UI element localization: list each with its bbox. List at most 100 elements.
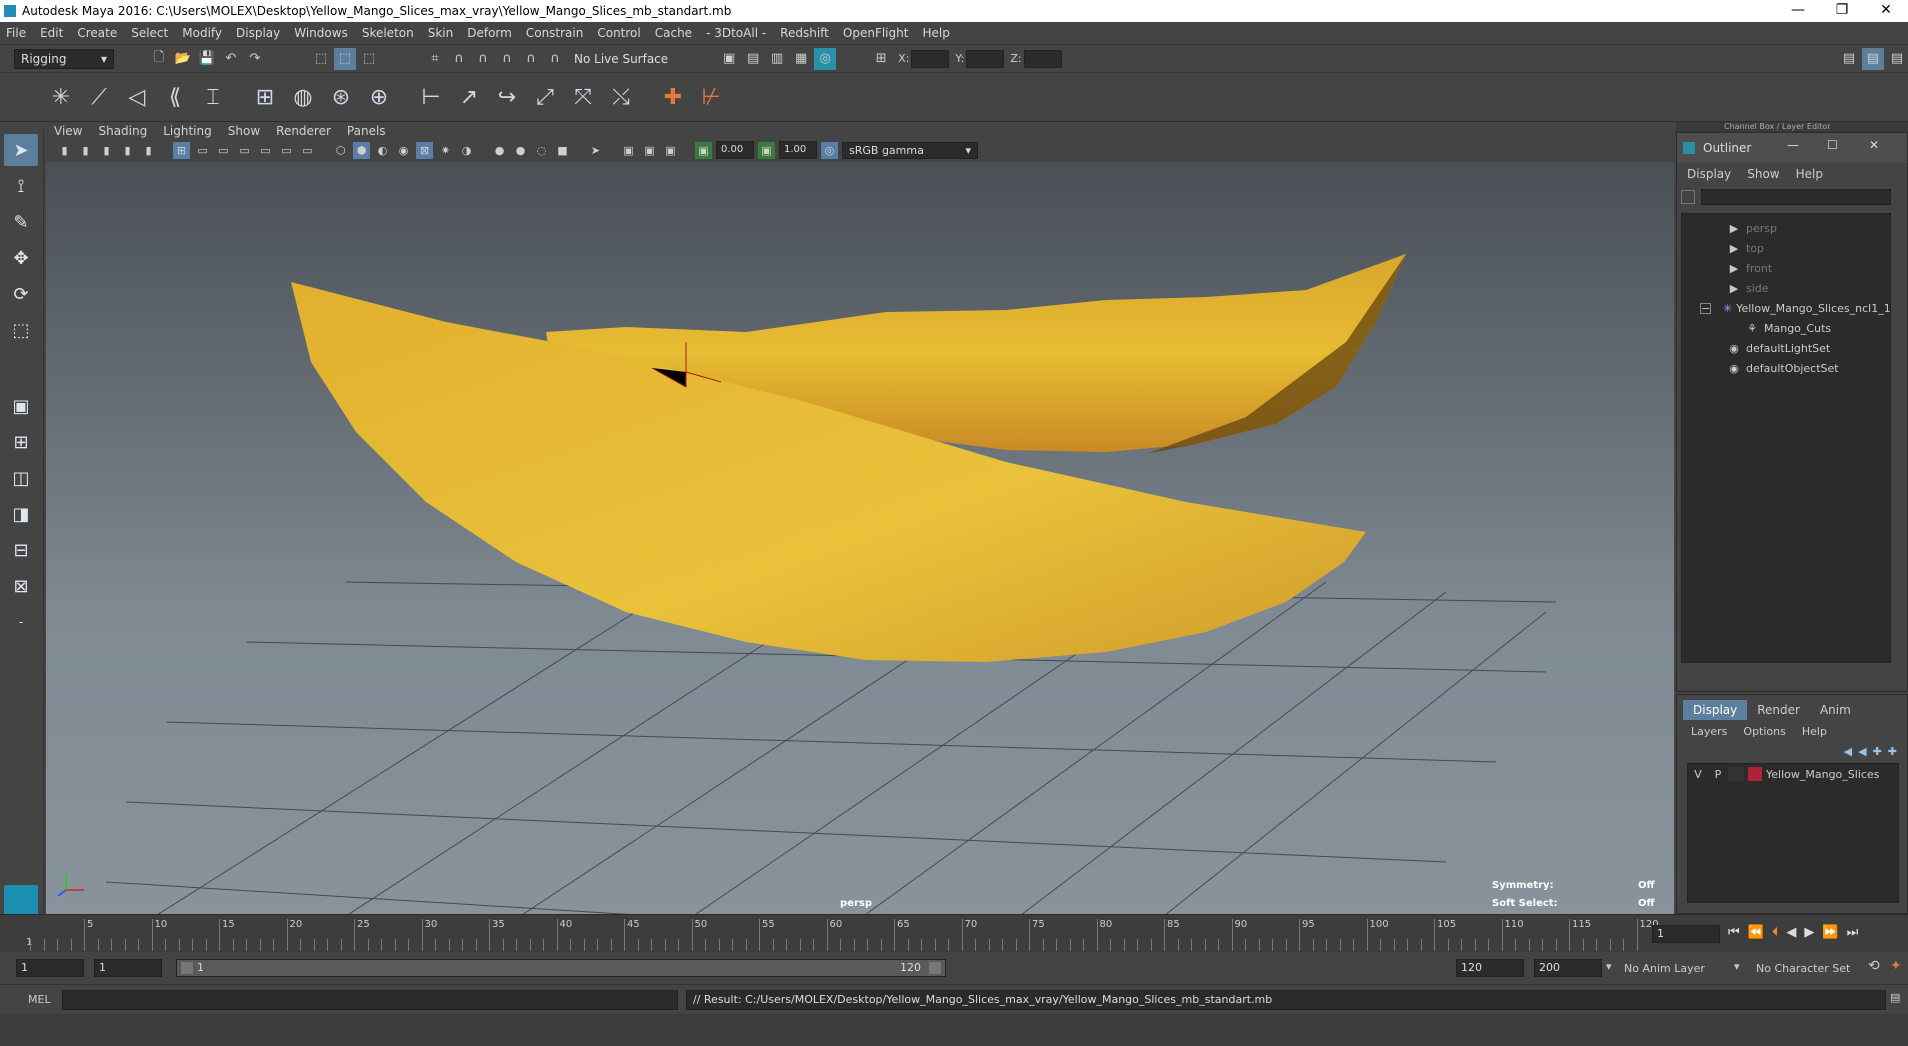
outliner-item-side[interactable]: ▶ side	[1682, 278, 1882, 298]
chevron-down-icon[interactable]: ▾	[1734, 960, 1740, 973]
four-view-icon[interactable]: ⊞	[4, 426, 38, 458]
restore-button[interactable]: ❐	[1820, 0, 1864, 22]
hypershade-icon[interactable]: ◎	[814, 47, 837, 70]
wireframe-icon[interactable]: ⬡	[332, 142, 349, 159]
move-layer-down-icon[interactable]: ◀	[1858, 745, 1866, 758]
outliner-menu-display[interactable]: Display	[1687, 167, 1731, 181]
panel-menu-renderer[interactable]: Renderer	[276, 124, 331, 138]
cluster-icon[interactable]: ⊞	[248, 77, 282, 117]
menu-constrain[interactable]: Constrain	[526, 26, 584, 40]
live-surface-icon[interactable]: ∩	[544, 48, 566, 70]
menu-control[interactable]: Control	[597, 26, 640, 40]
play-forward-icon[interactable]: ▶	[1804, 925, 1814, 940]
layer-playback-toggle[interactable]: P	[1708, 768, 1728, 781]
menu-skeleton[interactable]: Skeleton	[362, 26, 414, 40]
menu-skin[interactable]: Skin	[428, 26, 454, 40]
x-field[interactable]	[911, 49, 950, 68]
layer-menu-options[interactable]: Options	[1743, 725, 1785, 738]
go-to-start-icon[interactable]: ⏮	[1728, 925, 1740, 940]
wire-icon[interactable]: ⊛	[324, 77, 358, 117]
character-set-dropdown[interactable]: No Character Set	[1756, 959, 1868, 977]
persp-outliner-icon[interactable]: ◨	[4, 498, 38, 530]
select-tool-icon[interactable]: ➤	[4, 134, 38, 166]
xray-active-icon[interactable]: ▣	[641, 142, 658, 159]
y-field[interactable]	[966, 49, 1005, 68]
tab-display[interactable]: Display	[1683, 700, 1748, 720]
outliner-item-objectset[interactable]: ◉ defaultObjectSet	[1682, 358, 1882, 378]
range-start-handle[interactable]	[181, 962, 193, 974]
skin-weights-icon[interactable]: ⊬	[694, 77, 728, 117]
toggle-attr-editor-icon[interactable]: ▤	[1838, 48, 1860, 70]
outliner-menu-show[interactable]: Show	[1747, 167, 1779, 181]
menu-file[interactable]: File	[6, 26, 26, 40]
filter-icon[interactable]	[1681, 190, 1695, 204]
outliner-item-persp[interactable]: ▶ persp	[1682, 218, 1882, 238]
time-slider[interactable]: 1510152025303540455055606570758085909510…	[0, 914, 1908, 952]
anim-end-field[interactable]: 200	[1534, 959, 1602, 977]
layer-row[interactable]: V P Yellow_Mango_Slices	[1688, 764, 1898, 784]
color-management-icon[interactable]: ◎	[821, 141, 838, 159]
render-view-icon[interactable]: ▣	[718, 48, 740, 70]
locator-icon[interactable]: ⌶	[196, 77, 230, 117]
rotate-tool-icon[interactable]: ⟳	[4, 278, 38, 310]
panel-menu-lighting[interactable]: Lighting	[163, 124, 212, 138]
motion-blur-icon[interactable]: ●	[512, 142, 529, 159]
menu-modify[interactable]: Modify	[182, 26, 222, 40]
ik-spline-icon[interactable]: ◁	[120, 77, 154, 117]
camera-attr-icon[interactable]: ▮	[77, 142, 94, 159]
menu-cache[interactable]: Cache	[655, 26, 692, 40]
menu-windows[interactable]: Windows	[294, 26, 348, 40]
layer-name[interactable]: Yellow_Mango_Slices	[1766, 768, 1879, 781]
select-hierarchy-icon[interactable]: ⬚	[310, 48, 332, 70]
outliner-item-lightset[interactable]: ◉ defaultLightSet	[1682, 338, 1882, 358]
tab-render[interactable]: Render	[1747, 700, 1810, 720]
toggle-tool-settings-icon[interactable]: ▤	[1886, 48, 1908, 70]
open-scene-icon[interactable]: 📂	[172, 48, 194, 70]
panel-menu-panels[interactable]: Panels	[347, 124, 386, 138]
scale-constraint-icon[interactable]: ⤢	[528, 77, 562, 117]
move-tool-icon[interactable]: ✥	[4, 242, 38, 274]
colorspace-dropdown[interactable]: sRGB gamma ▾	[842, 141, 978, 159]
viewport-persp[interactable]: persp Symmetry: Off Soft Select: Off	[46, 162, 1674, 914]
backface-icon[interactable]: ▣	[662, 142, 679, 159]
safe-title-icon[interactable]: ▭	[299, 142, 316, 159]
joint-tool-icon[interactable]: ✳	[44, 77, 78, 117]
anim-layer-dropdown[interactable]: No Anim Layer	[1624, 959, 1732, 977]
ik-handle-icon[interactable]: ⟋	[82, 77, 116, 117]
menu-deform[interactable]: Deform	[467, 26, 512, 40]
depth-of-field-icon[interactable]: ■	[554, 142, 571, 159]
anti-alias-icon[interactable]: ◌	[533, 142, 550, 159]
snap-surface-icon[interactable]: ∩	[520, 48, 542, 70]
safe-action-icon[interactable]: ▭	[278, 142, 295, 159]
save-scene-icon[interactable]: 💾	[196, 48, 218, 70]
step-back-frame-icon[interactable]: ⏴	[1772, 925, 1779, 940]
add-influence-icon[interactable]: ✚	[656, 77, 690, 117]
hypershade-layout-icon[interactable]: ⊠	[4, 570, 38, 602]
step-forward-key-icon[interactable]: ⏩	[1822, 925, 1838, 940]
select-object-icon[interactable]: ⬚	[334, 47, 356, 70]
lasso-tool-icon[interactable]: ⟟	[4, 170, 38, 202]
menuset-dropdown[interactable]: Rigging ▾	[14, 48, 114, 69]
persp-graph-icon[interactable]: ⊟	[4, 534, 38, 566]
collapse-icon[interactable]: −	[1700, 302, 1711, 314]
chevron-down-icon[interactable]: ▾	[1606, 960, 1612, 973]
command-input[interactable]	[62, 990, 678, 1010]
move-layer-up-icon[interactable]: ◀	[1844, 745, 1852, 758]
anim-prefs-icon[interactable]: ✦	[1890, 958, 1902, 974]
script-editor-icon[interactable]: ▤	[1890, 991, 1900, 1004]
snap-curve-icon[interactable]: ∩	[448, 48, 470, 70]
menu-3dtoall[interactable]: - 3DtoAll -	[706, 26, 766, 40]
menu-select[interactable]: Select	[131, 26, 168, 40]
menu-openflight[interactable]: OpenFlight	[843, 26, 909, 40]
default-light-icon[interactable]: ◐	[374, 142, 391, 159]
insert-joint-icon[interactable]: ⟪	[158, 77, 192, 117]
field-chart-icon[interactable]: ▭	[257, 142, 274, 159]
outliner-item-mesh[interactable]: ⚘ Mango_Cuts	[1682, 318, 1882, 338]
gamma-field[interactable]: 1.00	[779, 141, 817, 159]
step-back-key-icon[interactable]: ⏪	[1748, 925, 1764, 940]
xray-icon[interactable]: ⊠	[416, 141, 433, 159]
snap-grid-icon[interactable]: ⌗	[424, 48, 446, 70]
select-component-icon[interactable]: ⬚	[358, 48, 380, 70]
redo-icon[interactable]: ↷	[244, 48, 266, 70]
outliner-item-group[interactable]: − ✳ Yellow_Mango_Slices_ncl1_1	[1682, 298, 1891, 318]
